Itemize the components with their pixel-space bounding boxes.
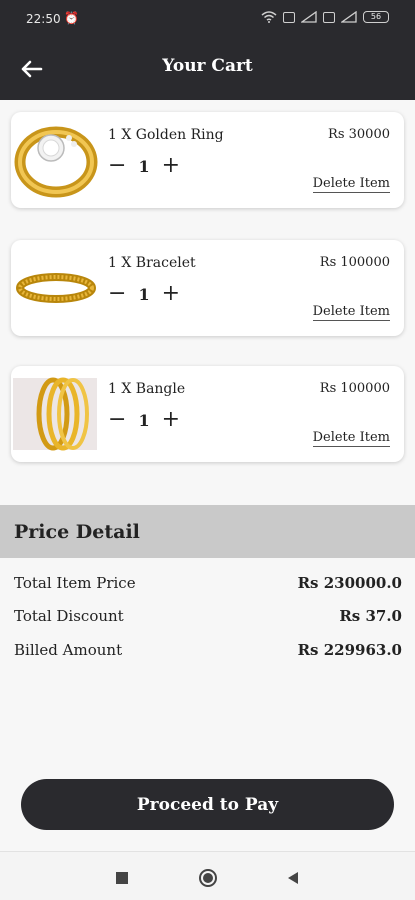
hd-icon-2 (323, 11, 335, 23)
status-bar: 22:50 ⏰ 56 (0, 0, 415, 38)
back-icon (288, 872, 298, 884)
page-title: Your Cart (162, 56, 253, 76)
bangle-image (13, 377, 97, 451)
quantity-value: 1 (138, 410, 150, 430)
item-price: Rs 100000 (319, 381, 390, 396)
recents-button[interactable] (110, 866, 134, 890)
nav-back-button[interactable] (281, 866, 305, 890)
home-icon (199, 869, 217, 887)
delete-item-button[interactable]: Delete Item (312, 304, 390, 321)
price-row-label: Billed Amount (14, 641, 123, 659)
decrease-button[interactable]: − (108, 283, 126, 305)
hd-icon (283, 11, 295, 23)
alarm-icon: ⏰ (64, 11, 79, 25)
increase-button[interactable]: + (162, 283, 180, 305)
bracelet-image (16, 273, 96, 303)
wifi-icon (261, 11, 277, 23)
system-nav-bar (0, 851, 415, 900)
status-icons: 56 (261, 11, 389, 23)
quantity-stepper: − 1 + (108, 283, 180, 305)
item-name: 1 X Bangle (108, 381, 186, 397)
item-price: Rs 100000 (319, 255, 390, 270)
proceed-to-pay-button[interactable]: Proceed to Pay (21, 779, 394, 830)
price-row-value: Rs 229963.0 (297, 641, 402, 659)
home-button[interactable] (196, 866, 220, 890)
quantity-stepper: − 1 + (108, 155, 180, 177)
item-price: Rs 30000 (328, 127, 390, 142)
cart-item-golden-ring: 1 X Golden Ring Rs 30000 − 1 + Delete It… (11, 112, 404, 208)
signal-icon-2 (341, 11, 357, 23)
quantity-stepper: − 1 + (108, 409, 180, 431)
delete-item-button[interactable]: Delete Item (312, 176, 390, 193)
price-row-value: Rs 37.0 (339, 607, 402, 625)
price-row-label: Total Item Price (14, 574, 136, 592)
price-row-total-item-price: Total Item Price Rs 230000.0 (14, 574, 402, 592)
cart-item-bangle: 1 X Bangle Rs 100000 − 1 + Delete Item (11, 366, 404, 462)
app-bar: Your Cart (0, 38, 415, 100)
golden-ring-image (14, 126, 98, 198)
increase-button[interactable]: + (162, 409, 180, 431)
price-row-billed-amount: Billed Amount Rs 229963.0 (14, 641, 402, 659)
battery-icon: 56 (363, 11, 389, 23)
price-row-label: Total Discount (14, 607, 124, 625)
quantity-value: 1 (138, 156, 150, 176)
decrease-button[interactable]: − (108, 409, 126, 431)
cart-item-bracelet: 1 X Bracelet Rs 100000 − 1 + Delete Item (11, 240, 404, 336)
status-time: 22:50 (26, 12, 61, 26)
increase-button[interactable]: + (162, 155, 180, 177)
price-row-value: Rs 230000.0 (297, 574, 402, 592)
decrease-button[interactable]: − (108, 155, 126, 177)
price-row-total-discount: Total Discount Rs 37.0 (14, 607, 402, 625)
item-name: 1 X Bracelet (108, 255, 196, 271)
signal-icon (301, 11, 317, 23)
quantity-value: 1 (138, 284, 150, 304)
price-detail-title: Price Detail (14, 521, 140, 543)
price-detail-header: Price Detail (0, 505, 415, 558)
delete-item-button[interactable]: Delete Item (312, 430, 390, 447)
recents-icon (116, 872, 128, 884)
item-name: 1 X Golden Ring (108, 127, 224, 143)
